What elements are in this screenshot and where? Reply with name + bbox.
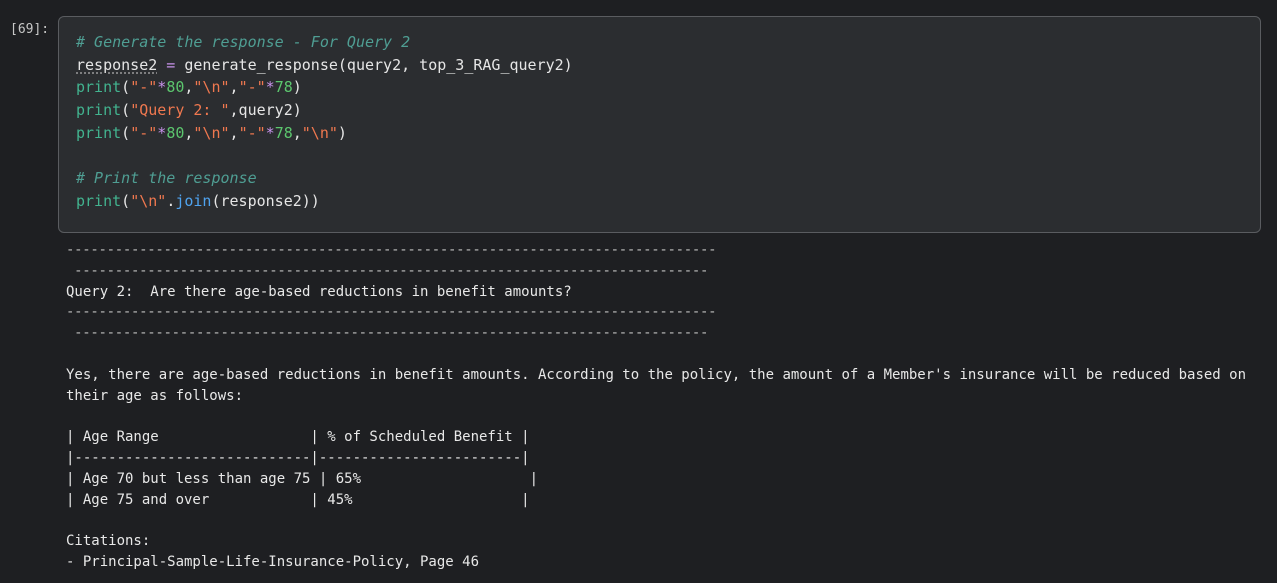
output-dash-line: ----------------------------------------… xyxy=(66,242,717,258)
code-comment: # Generate the response - For Query 2 xyxy=(76,33,411,51)
code-punct: ( xyxy=(121,123,131,142)
output-dash-line: ----------------------------------------… xyxy=(66,262,709,279)
code-variable: response2 xyxy=(76,55,158,74)
code-string: "\n" xyxy=(301,123,338,142)
execution-count-prompt: [69]: xyxy=(10,22,50,37)
code-line-2[interactable]: response2 = generate_response(query2, to… xyxy=(76,54,1260,77)
output-query-line: Query 2: Are there age-based reductions … xyxy=(66,283,572,300)
output-blank xyxy=(66,344,1271,365)
code-string: "-" xyxy=(238,78,266,97)
code-string: "\n" xyxy=(193,78,230,97)
output-citations-label: Citations: xyxy=(66,533,151,550)
code-line-1[interactable]: # Generate the response - For Query 2 xyxy=(76,31,1260,54)
code-punct: ( xyxy=(121,101,131,120)
code-function: print xyxy=(76,101,122,120)
code-number: 80 xyxy=(166,123,185,142)
code-operator: * xyxy=(157,78,167,97)
code-function: print xyxy=(76,191,122,210)
code-punct: ) xyxy=(292,78,302,97)
code-number: 80 xyxy=(166,78,185,97)
code-punct: ( xyxy=(121,191,131,210)
code-string: "\n" xyxy=(130,191,167,210)
code-punct: , xyxy=(229,78,239,97)
code-method: join xyxy=(175,191,212,210)
code-number: 78 xyxy=(274,123,293,142)
code-number: 78 xyxy=(274,78,293,97)
code-punct: ( xyxy=(121,78,131,97)
code-call: generate_response(query2, top_3_RAG_quer… xyxy=(184,55,573,74)
code-string: "Query 2: " xyxy=(130,101,230,120)
code-function: print xyxy=(76,123,122,142)
output-table-row: | Age 75 and over | 45% | xyxy=(66,491,530,508)
cell-output: ----------------------------------------… xyxy=(66,240,1271,573)
output-dash-line: ----------------------------------------… xyxy=(66,325,709,342)
code-punct: ) xyxy=(337,123,347,142)
code-line-5[interactable]: print("-"*80,"\n","-"*78,"\n") xyxy=(76,122,1260,145)
output-blank xyxy=(66,406,1271,427)
code-string: "\n" xyxy=(193,123,230,142)
code-string: "-" xyxy=(130,78,158,97)
code-line-3[interactable]: print("-"*80,"\n","-"*78) xyxy=(76,76,1260,99)
code-string: "-" xyxy=(130,123,158,142)
output-citation-item: - Principal-Sample-Life-Insurance-Policy… xyxy=(66,553,480,570)
code-punct: , xyxy=(229,123,239,142)
notebook-cell-69: [69]: # Generate the response - For Quer… xyxy=(0,0,1277,583)
code-string: "-" xyxy=(238,123,266,142)
code-punct: , xyxy=(292,123,302,142)
output-table-header: | Age Range | % of Scheduled Benefit | xyxy=(66,429,530,446)
code-line-7[interactable]: # Print the response xyxy=(76,167,1260,190)
code-line-6-blank[interactable] xyxy=(76,144,1260,167)
output-dash-line: ----------------------------------------… xyxy=(66,304,717,321)
code-cell-editor[interactable]: # Generate the response - For Query 2 re… xyxy=(58,16,1261,233)
output-table-row: | Age 70 but less than age 75 | 65% | xyxy=(66,470,539,487)
code-line-4[interactable]: print("Query 2: ",query2) xyxy=(76,99,1260,122)
code-rest: ,query2) xyxy=(229,101,302,120)
code-operator: * xyxy=(265,78,275,97)
code-operator: = xyxy=(157,55,185,74)
code-operator: * xyxy=(265,123,275,142)
code-rest: (response2)) xyxy=(211,191,320,210)
code-comment: # Print the response xyxy=(76,169,257,188)
code-operator: * xyxy=(157,123,167,142)
code-function: print xyxy=(76,78,122,97)
output-table-separator: |----------------------------|----------… xyxy=(66,449,530,466)
output-blank xyxy=(66,510,1271,531)
output-answer-text: Yes, there are age-based reductions in b… xyxy=(66,366,1255,404)
code-punct: . xyxy=(166,191,176,210)
code-line-8[interactable]: print("\n".join(response2)) xyxy=(76,190,1260,213)
